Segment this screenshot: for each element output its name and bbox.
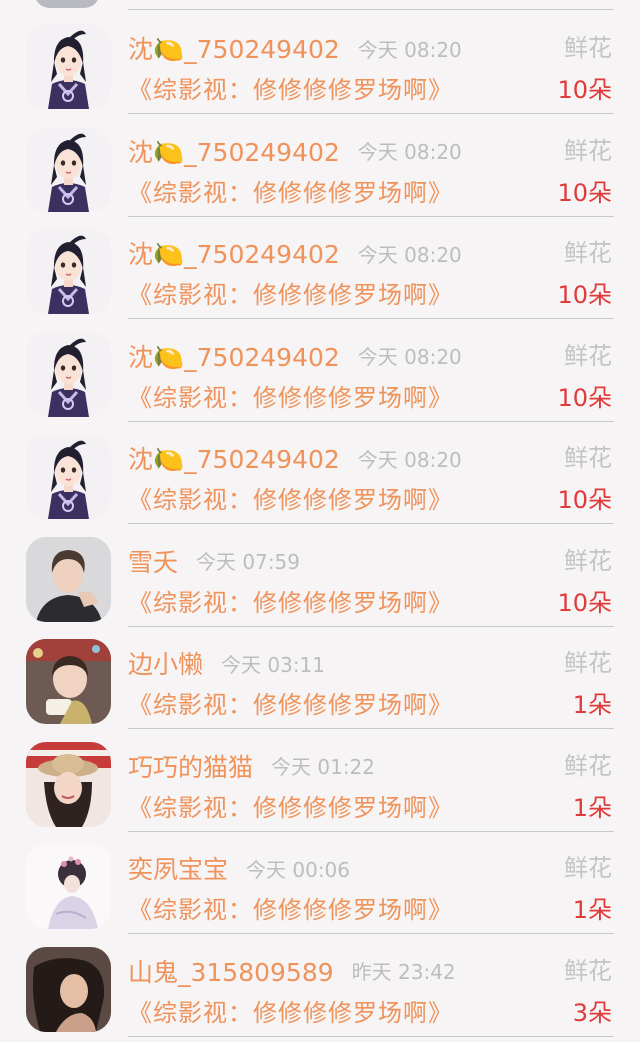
- woman-photo-avatar[interactable]: [26, 946, 111, 1032]
- timestamp: 今天 00:06: [246, 857, 351, 882]
- man-photo-avatar[interactable]: [26, 536, 111, 622]
- row-divider: [128, 113, 614, 114]
- gift-type: 鲜花: [564, 854, 612, 882]
- name-line: 沈🍋_750249402 今天 08:20: [128, 131, 462, 171]
- user-name[interactable]: 沈🍋_750249402: [128, 338, 340, 374]
- gift-count: 1朵: [572, 896, 612, 924]
- list-item[interactable]: 边小懒 今天 03:11 鲜花 《综影视：修修修修罗场啊》 1朵: [0, 631, 640, 734]
- book-title[interactable]: 《综影视：修修修修罗场啊》: [128, 175, 453, 211]
- book-title[interactable]: 《综影视：修修修修罗场啊》: [128, 277, 453, 313]
- gift-type: 鲜花: [564, 34, 612, 62]
- book-title[interactable]: 《综影视：修修修修罗场啊》: [128, 585, 453, 621]
- anime-avatar[interactable]: [26, 331, 111, 417]
- gift-count: 1朵: [572, 793, 612, 822]
- child-photo-avatar[interactable]: [26, 639, 111, 724]
- gift-count: 10朵: [557, 383, 612, 412]
- anime-avatar[interactable]: [26, 434, 111, 519]
- list-item[interactable]: 巧巧的猫猫 今天 01:22 鲜花 《综影视：修修修修罗场啊》 1朵: [0, 734, 640, 837]
- name-line: 山鬼_315809589 昨天 23:42: [128, 951, 456, 991]
- row-divider: [128, 523, 614, 524]
- row-divider: [128, 728, 614, 729]
- previous-row-stub: [0, 0, 640, 12]
- user-name[interactable]: 雪夭: [128, 543, 178, 579]
- user-name[interactable]: 奕夙宝宝: [128, 850, 228, 886]
- name-line: 沈🍋_750249402 今天 08:20: [128, 233, 462, 273]
- timestamp: 昨天 23:42: [351, 960, 456, 984]
- list-item[interactable]: 沈🍋_750249402 今天 08:20 鲜花 《综影视：修修修修罗场啊》 1…: [0, 426, 640, 529]
- list-item[interactable]: 奕夙宝宝 今天 00:06 鲜花 《综影视：修修修修罗场啊》 1朵: [0, 836, 640, 939]
- timestamp: 今天 08:20: [357, 447, 462, 472]
- name-line: 边小懒 今天 03:11: [128, 643, 325, 683]
- book-title[interactable]: 《综影视：修修修修罗场啊》: [128, 790, 453, 826]
- row-divider: [128, 933, 614, 934]
- gift-type: 鲜花: [564, 649, 612, 677]
- timestamp: 今天 01:22: [271, 755, 376, 779]
- row-divider: [128, 420, 614, 422]
- gift-type: 鲜花: [564, 956, 612, 985]
- user-name[interactable]: 巧巧的猫猫: [128, 748, 253, 784]
- list-item[interactable]: 沈🍋_750249402 今天 08:20 鲜花 《综影视：修修修修罗场啊》 1…: [0, 221, 640, 324]
- anime-avatar[interactable]: [26, 229, 111, 314]
- row-divider: [128, 1035, 614, 1037]
- woman-hat-avatar[interactable]: [26, 741, 111, 827]
- name-line: 沈🍋_750249402 今天 08:20: [128, 28, 462, 68]
- book-title[interactable]: 《综影视：修修修修罗场啊》: [128, 72, 453, 108]
- timestamp: 今天 08:20: [357, 242, 462, 267]
- row-divider: [128, 318, 614, 319]
- gift-count: 10朵: [557, 486, 612, 514]
- book-title[interactable]: 《综影视：修修修修罗场啊》: [128, 482, 453, 518]
- gift-type: 鲜花: [564, 444, 612, 472]
- timestamp: 今天 08:20: [357, 37, 462, 62]
- gift-count: 10朵: [557, 281, 612, 309]
- anime-avatar[interactable]: [26, 126, 111, 212]
- name-line: 沈🍋_750249402 今天 08:20: [128, 336, 462, 376]
- previous-avatar-edge: [34, 0, 100, 8]
- row-divider: [128, 9, 614, 10]
- gift-type: 鲜花: [564, 751, 612, 780]
- book-title[interactable]: 《综影视：修修修修罗场啊》: [128, 995, 453, 1031]
- gift-count: 3朵: [572, 998, 612, 1027]
- list-item[interactable]: 沈🍋_750249402 今天 08:20 鲜花 《综影视：修修修修罗场啊》 1…: [0, 324, 640, 427]
- timestamp: 今天 07:59: [196, 550, 301, 574]
- row-divider: [128, 830, 614, 832]
- timestamp: 今天 08:20: [357, 140, 462, 164]
- user-name[interactable]: 沈🍋_750249402: [128, 133, 340, 169]
- book-title[interactable]: 《综影视：修修修修罗场啊》: [128, 687, 453, 723]
- list-item[interactable]: 沈🍋_750249402 今天 08:20 鲜花 《综影视：修修修修罗场啊》 1…: [0, 119, 640, 222]
- user-name[interactable]: 沈🍋_750249402: [128, 30, 340, 66]
- list-item[interactable]: 山鬼_315809589 昨天 23:42 鲜花 《综影视：修修修修罗场啊》 3…: [0, 939, 640, 1042]
- user-name[interactable]: 山鬼_315809589: [128, 953, 334, 989]
- gift-count: 10朵: [557, 178, 612, 207]
- user-name[interactable]: 沈🍋_750249402: [128, 235, 340, 271]
- user-name[interactable]: 沈🍋_750249402: [128, 440, 340, 476]
- gift-type: 鲜花: [564, 239, 612, 267]
- name-line: 沈🍋_750249402 今天 08:20: [128, 438, 462, 478]
- book-title[interactable]: 《综影视：修修修修罗场啊》: [128, 380, 453, 416]
- name-line: 巧巧的猫猫 今天 01:22: [128, 746, 375, 786]
- list-item[interactable]: 沈🍋_750249402 今天 08:20 鲜花 《综影视：修修修修罗场啊》 1…: [0, 16, 640, 119]
- user-name[interactable]: 边小懒: [128, 645, 203, 681]
- timestamp: 今天 08:20: [357, 345, 462, 369]
- row-divider: [128, 215, 614, 217]
- book-title[interactable]: 《综影视：修修修修罗场啊》: [128, 892, 453, 928]
- gift-count: 10朵: [557, 76, 612, 104]
- anime-avatar[interactable]: [26, 24, 111, 109]
- gift-type: 鲜花: [564, 341, 612, 370]
- gift-count: 1朵: [572, 691, 612, 719]
- row-divider: [128, 625, 614, 627]
- name-line: 雪夭 今天 07:59: [128, 541, 300, 581]
- illustration-avatar[interactable]: [26, 844, 111, 929]
- list-item[interactable]: 雪夭 今天 07:59 鲜花 《综影视：修修修修罗场啊》 10朵: [0, 529, 640, 632]
- timestamp: 今天 03:11: [221, 652, 326, 677]
- name-line: 奕夙宝宝 今天 00:06: [128, 848, 350, 888]
- gift-count: 10朵: [557, 588, 612, 617]
- gift-type: 鲜花: [564, 136, 612, 165]
- gift-type: 鲜花: [564, 546, 612, 575]
